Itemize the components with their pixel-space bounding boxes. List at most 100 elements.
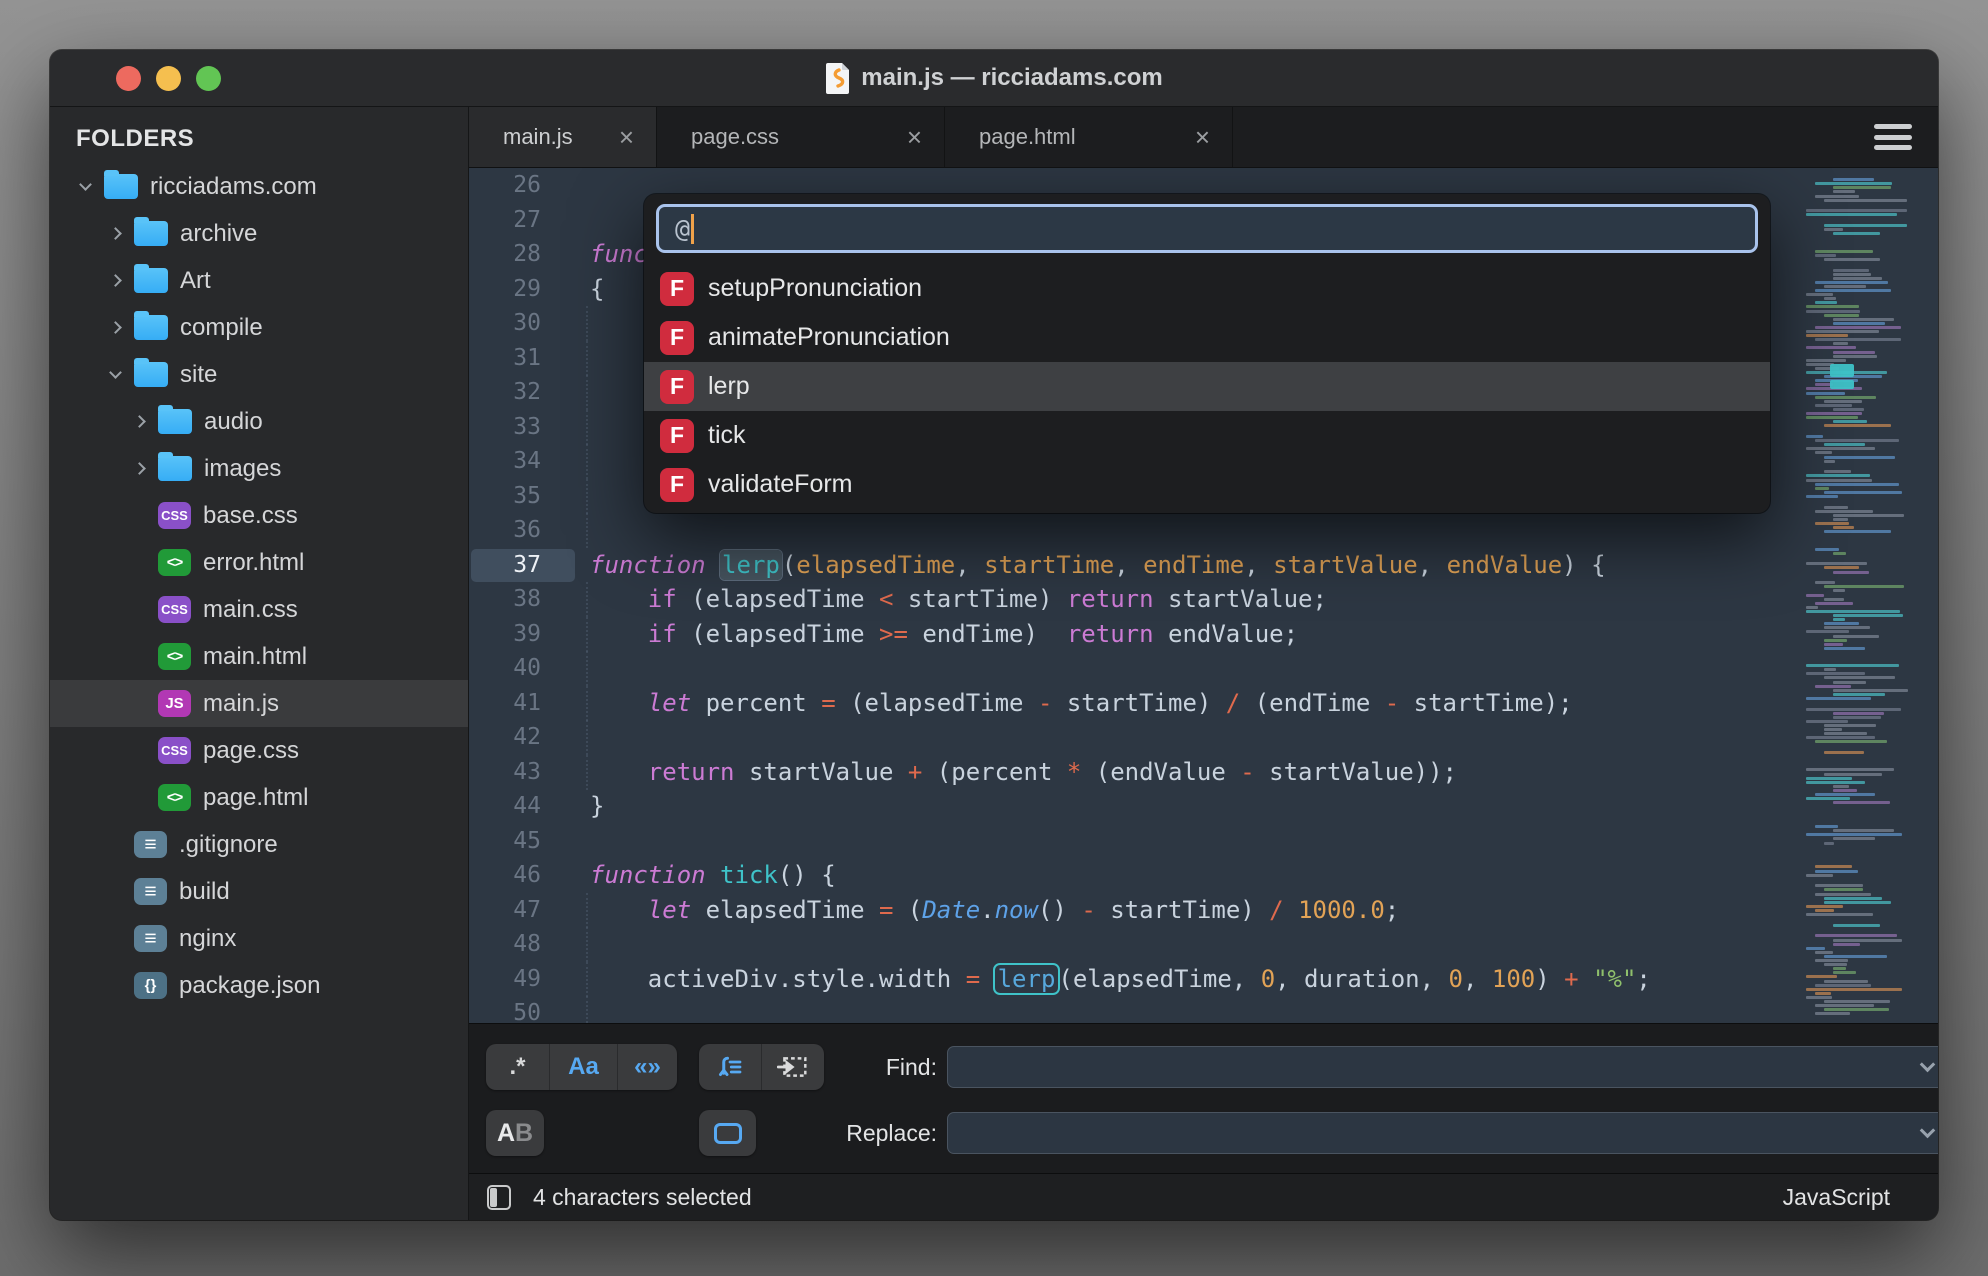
select-result-toggle[interactable] [699,1110,756,1156]
disclosure-chevron-icon[interactable] [102,268,128,294]
code-line-38[interactable]: 38 if (elapsedTime < startTime) return s… [469,582,1938,617]
whole-word-toggle[interactable]: «» [617,1044,677,1090]
chevron-placeholder [126,644,152,670]
disclosure-chevron-icon[interactable] [126,456,152,482]
sidebar-item-art[interactable]: Art [50,257,468,304]
code-line-41[interactable]: 41 let percent = (elapsedTime - startTim… [469,686,1938,721]
sidebar-item-compile[interactable]: compile [50,304,468,351]
zoom-window-button[interactable] [196,66,221,91]
sidebar-item-package-json[interactable]: {}package.json [50,962,468,1009]
minimap-code-line [1815,685,1851,688]
code-line-45[interactable]: 45 [469,824,1938,859]
indent-guide [586,927,588,962]
replace-input[interactable] [947,1112,1938,1154]
text-caret [691,214,694,244]
autocomplete-item-setupPronunciation[interactable]: FsetupPronunciation [644,264,1770,313]
find-history-chevron-icon[interactable] [1920,1057,1936,1073]
function-symbol-icon: F [660,272,694,306]
code-line-50[interactable]: 50 [469,996,1938,1023]
minimap-code-line [1824,622,1859,625]
tab-close-icon[interactable]: × [907,124,922,150]
indent-guide [586,651,588,686]
match-case-toggle[interactable]: Aa [549,1044,617,1090]
minimap-code-line [1806,768,1894,771]
selection-mode-icon[interactable] [487,1185,511,1210]
minimap-code-line [1824,676,1895,679]
code-line-37[interactable]: 37function lerp(elapsedTime, startTime, … [469,548,1938,583]
menu-icon[interactable] [1874,124,1912,150]
code-line-49[interactable]: 49 activeDiv.style.width = lerp(elapsedT… [469,962,1938,997]
tab-page-css[interactable]: page.css× [657,107,945,167]
disclosure-chevron-icon[interactable] [72,174,98,200]
line-number: 42 [469,720,555,755]
code-line-46[interactable]: 46function tick() { [469,858,1938,893]
autocomplete-input[interactable]: @ [656,204,1758,253]
sidebar-item-images[interactable]: images [50,445,468,492]
sidebar-item-page-html[interactable]: <>page.html [50,774,468,821]
disclosure-chevron-icon[interactable] [126,409,152,435]
replace-history-chevron-icon[interactable] [1920,1123,1936,1139]
txt-file-icon: ≡ [134,878,167,905]
sidebar-item-audio[interactable]: audio [50,398,468,445]
tab-page-html[interactable]: page.html× [945,107,1233,167]
css-file-icon: CSS [158,737,191,764]
line-number: 37 [469,548,555,583]
indent-guide [586,582,588,617]
find-input[interactable] [947,1046,1938,1088]
regex-toggle[interactable]: .* [486,1044,549,1090]
minimap-code-line [1815,439,1899,442]
code-line-42[interactable]: 42 [469,720,1938,755]
tab-close-icon[interactable]: × [1195,124,1210,150]
code-line-47[interactable]: 47 let elapsedTime = (Date.now() - start… [469,893,1938,928]
minimap-code-line [1815,865,1852,868]
code-line-40[interactable]: 40 [469,651,1938,686]
line-number: 48 [469,927,555,962]
minimap-code-line [1815,581,1835,584]
code-line-36[interactable]: 36 [469,513,1938,548]
minimap-code-line [1815,740,1887,743]
sidebar-item-site[interactable]: site [50,351,468,398]
sidebar-item-main-js[interactable]: JSmain.js [50,680,468,727]
minimap-code-line [1815,1012,1850,1015]
minimap-code-line [1815,404,1852,407]
minimap-code-line [1806,913,1873,916]
sidebar-item-label: archive [180,220,257,248]
minimize-window-button[interactable] [156,66,181,91]
code-line-39[interactable]: 39 if (elapsedTime >= endTime) return en… [469,617,1938,652]
minimap-code-line [1806,874,1833,877]
language-mode[interactable]: JavaScript [1783,1184,1890,1211]
close-window-button[interactable] [116,66,141,91]
code-editor[interactable]: 262728function29{3031323334353637functio… [469,168,1938,1023]
code-line-43[interactable]: 43 return startValue + (percent * (endVa… [469,755,1938,790]
autocomplete-item-lerp[interactable]: Flerp [644,362,1770,411]
sidebar-item-nginx[interactable]: ≡nginx [50,915,468,962]
autocomplete-item-validateForm[interactable]: FvalidateForm [644,460,1770,509]
disclosure-chevron-icon[interactable] [102,315,128,341]
code-text: } [590,789,604,824]
sidebar-item-main-css[interactable]: CSSmain.css [50,586,468,633]
sidebar-item-page-css[interactable]: CSSpage.css [50,727,468,774]
preserve-case-toggle[interactable]: AB [486,1110,544,1156]
sidebar-item--gitignore[interactable]: ≡.gitignore [50,821,468,868]
minimap-code-line [1824,643,1843,646]
disclosure-chevron-icon[interactable] [102,221,128,247]
sidebar-item-build[interactable]: ≡build [50,868,468,915]
code-line-48[interactable]: 48 [469,927,1938,962]
wrap-around-toggle[interactable] [699,1044,761,1090]
sidebar-item-base-css[interactable]: CSSbase.css [50,492,468,539]
disclosure-chevron-icon[interactable] [102,362,128,388]
autocomplete-item-animatePronunciation[interactable]: FanimatePronunciation [644,313,1770,362]
minimap-code-line [1824,228,1843,231]
sidebar-item-archive[interactable]: archive [50,210,468,257]
minimap-code-line [1806,720,1848,723]
sidebar-item-ricciadams-com[interactable]: ricciadams.com [50,163,468,210]
minimap-code-line [1806,447,1875,450]
sidebar-item-error-html[interactable]: <>error.html [50,539,468,586]
tab-main-js[interactable]: main.js× [469,107,657,167]
minimap[interactable] [1800,168,1938,1023]
chevron-placeholder [102,926,128,952]
autocomplete-item-tick[interactable]: Ftick [644,411,1770,460]
code-line-44[interactable]: 44} [469,789,1938,824]
sidebar-item-main-html[interactable]: <>main.html [50,633,468,680]
tab-close-icon[interactable]: × [619,124,634,150]
